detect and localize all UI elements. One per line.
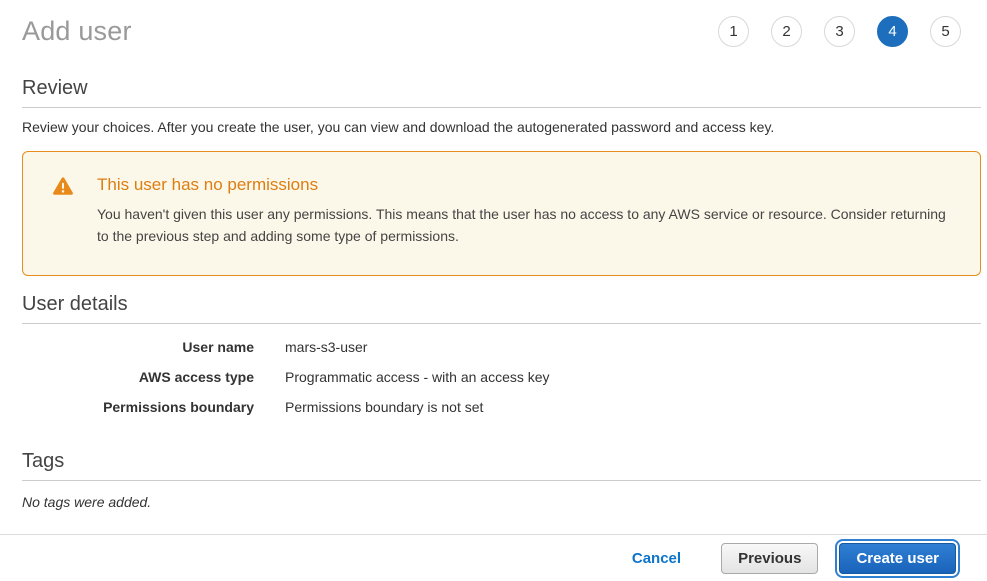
section-divider	[22, 480, 981, 481]
detail-value: mars-s3-user	[285, 339, 367, 355]
review-description: Review your choices. After you create th…	[22, 119, 981, 135]
section-divider	[22, 323, 981, 324]
cancel-button[interactable]: Cancel	[632, 550, 681, 567]
detail-row-user-name: User name mars-s3-user	[22, 332, 981, 362]
add-user-wizard-page: Add user 1 2 3 4 5 Review Review your ch…	[0, 0, 987, 510]
step-1: 1	[718, 16, 749, 47]
step-4: 4	[877, 16, 908, 47]
step-indicator: 1 2 3 4 5	[718, 16, 981, 47]
create-user-button[interactable]: Create user	[839, 543, 956, 574]
user-details-heading: User details	[22, 293, 981, 316]
tags-heading: Tags	[22, 450, 981, 473]
step-2: 2	[771, 16, 802, 47]
warning-triangle-icon	[53, 175, 73, 247]
step-5: 5	[930, 16, 961, 47]
wizard-header: Add user 1 2 3 4 5	[22, 0, 981, 47]
section-divider	[22, 107, 981, 108]
user-details-section: User details User name mars-s3-user AWS …	[22, 293, 981, 422]
tags-empty-message: No tags were added.	[22, 494, 981, 510]
detail-label: Permissions boundary	[22, 399, 254, 415]
page-title: Add user	[22, 16, 132, 47]
review-heading: Review	[22, 77, 981, 100]
detail-row-permissions-boundary: Permissions boundary Permissions boundar…	[22, 392, 981, 422]
warning-content: This user has no permissions You haven't…	[97, 175, 960, 247]
warning-body: You haven't given this user any permissi…	[97, 203, 960, 247]
review-section: Review Review your choices. After you cr…	[22, 77, 981, 135]
detail-value: Permissions boundary is not set	[285, 399, 483, 415]
detail-row-access-type: AWS access type Programmatic access - wi…	[22, 362, 981, 392]
no-permissions-warning-box: This user has no permissions You haven't…	[22, 151, 981, 276]
wizard-footer: Cancel Previous Create user	[0, 534, 987, 581]
step-3: 3	[824, 16, 855, 47]
tags-section: Tags No tags were added.	[22, 450, 981, 510]
user-details-list: User name mars-s3-user AWS access type P…	[22, 332, 981, 422]
detail-label: User name	[22, 339, 254, 355]
warning-title: This user has no permissions	[97, 175, 960, 195]
previous-button[interactable]: Previous	[721, 543, 818, 574]
detail-value: Programmatic access - with an access key	[285, 369, 550, 385]
detail-label: AWS access type	[22, 369, 254, 385]
